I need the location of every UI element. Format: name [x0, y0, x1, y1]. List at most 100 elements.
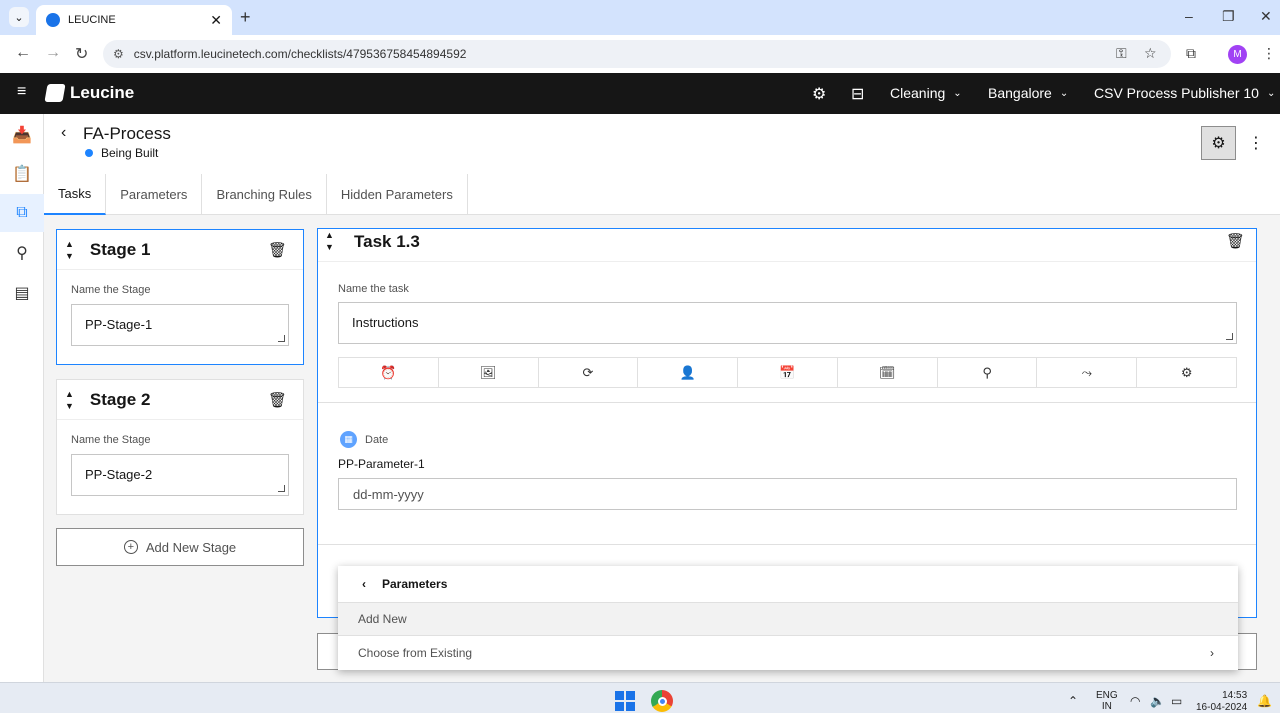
branching-icon[interactable]: ⤳	[1037, 358, 1138, 387]
notification-bell-icon[interactable]: 🔔	[1257, 694, 1272, 708]
minimize-icon[interactable]: –	[1185, 8, 1193, 24]
chrome-icon[interactable]	[651, 690, 673, 712]
clock-date: 16-04-2024	[1196, 702, 1248, 713]
more-options-icon[interactable]: ⋮	[1248, 133, 1264, 153]
configure-button[interactable]: ⚙	[1201, 126, 1236, 160]
location-dropdown[interactable]: Bangalore ⌄	[988, 85, 1068, 101]
facility-dropdown[interactable]: Cleaning ⌄	[890, 85, 962, 101]
move-up-icon[interactable]: ▲	[65, 238, 74, 250]
ontology-icon[interactable]: ⚲	[0, 234, 44, 272]
parameters-popup-menu: ‹ Parameters Add New Choose from Existin…	[338, 566, 1238, 670]
stage-name-label: Name the Stage	[71, 434, 151, 446]
tab-parameters[interactable]: Parameters	[106, 174, 203, 215]
process-icon[interactable]: ⧉	[0, 194, 44, 232]
back-chevron-icon[interactable]: ‹	[61, 124, 66, 142]
back-arrow-icon[interactable]: ←	[15, 44, 31, 62]
tab-search-chevron-icon[interactable]: ⌄	[9, 7, 29, 27]
schedule-icon[interactable]: 📅	[738, 358, 838, 387]
parameter-type: ▦ Date	[340, 431, 388, 448]
stage-name-label: Name the Stage	[71, 284, 151, 296]
gear-icon: ⚙	[1211, 135, 1226, 152]
task-toolbar: ⏰ 🖼 ⟳ 👤 📅 🗓 ⚲ ⤳ ⚙	[338, 357, 1237, 388]
settings-gear-icon[interactable]: ⚙	[812, 84, 826, 104]
move-down-icon[interactable]: ▼	[65, 250, 74, 262]
stage-card[interactable]: ▲ ▼ Stage 2 🗑 Name the Stage PP-Stage-2	[56, 379, 304, 515]
date-input[interactable]: dd-mm-yyyy	[338, 478, 1237, 510]
timer-icon[interactable]: ⏰	[339, 358, 439, 387]
due-date-icon[interactable]: 🗓	[838, 358, 938, 387]
browser-menu-icon[interactable]: ⋮	[1262, 45, 1276, 62]
popup-title: Parameters	[382, 577, 448, 591]
volume-icon[interactable]: 🔈	[1150, 694, 1165, 708]
reload-icon[interactable]: ↻	[75, 44, 88, 64]
battery-icon[interactable]: ▭	[1171, 694, 1182, 708]
url-field[interactable]: ⚙ csv.platform.leucinetech.com/checklist…	[103, 40, 1171, 68]
hierarchy-icon[interactable]: ⚲	[938, 358, 1038, 387]
tab-hidden-parameters[interactable]: Hidden Parameters	[327, 174, 468, 215]
media-icon[interactable]: 🖼	[439, 358, 539, 387]
back-chevron-icon[interactable]: ‹	[362, 577, 366, 591]
extensions-icon[interactable]: ⧉	[1186, 45, 1196, 62]
site-info-icon[interactable]: ⚙	[113, 47, 124, 61]
close-window-icon[interactable]: ✕	[1260, 8, 1272, 25]
clock[interactable]: 14:53 16-04-2024	[1196, 690, 1247, 713]
language-indicator[interactable]: ENG IN	[1096, 690, 1118, 712]
os-taskbar	[0, 682, 1280, 713]
menu-item-choose-existing[interactable]: Choose from Existing ›	[338, 636, 1238, 669]
tab-title: LEUCINE	[68, 14, 116, 26]
hamburger-menu-icon[interactable]: ≡	[17, 83, 26, 101]
leucine-favicon-icon	[46, 13, 60, 27]
status-badge: Being Built	[85, 146, 158, 160]
chevron-up-icon[interactable]: ⌃	[1068, 694, 1078, 708]
delete-task-icon[interactable]: 🗑	[1226, 232, 1245, 250]
browser-tab[interactable]: LEUCINE ✕	[36, 5, 232, 35]
wifi-icon[interactable]: ◠	[1130, 694, 1140, 708]
add-new-stage-button[interactable]: + Add New Stage	[56, 528, 304, 566]
task-panel	[317, 228, 1257, 618]
reports-icon[interactable]: ▤	[0, 274, 44, 312]
key-icon[interactable]: ⚿	[1116, 45, 1127, 62]
chevron-down-icon: ⌄	[1266, 87, 1276, 99]
move-down-icon[interactable]: ▼	[65, 400, 74, 412]
menu-item-add-new[interactable]: Add New	[338, 603, 1238, 636]
checklist-icon[interactable]: 📋	[0, 155, 44, 193]
divider	[318, 402, 1256, 403]
leucine-logo: Leucine	[44, 83, 134, 103]
recurrence-icon[interactable]: ⟳	[539, 358, 639, 387]
menu-item-label: Choose from Existing	[358, 645, 473, 660]
user-label: CSV Process Publisher 10	[1094, 85, 1259, 101]
inbox-icon[interactable]: 📥	[0, 116, 44, 154]
profile-avatar[interactable]: M	[1228, 45, 1247, 64]
move-up-icon[interactable]: ▲	[325, 229, 334, 241]
restore-icon[interactable]: ❐	[1222, 8, 1235, 25]
stage-card[interactable]: ▲ ▼ Stage 1 🗑 Name the Stage PP-Stage-1	[56, 229, 304, 365]
menu-item-label: Add New	[358, 612, 407, 626]
add-stage-label: Add New Stage	[145, 539, 237, 555]
delete-icon[interactable]: 🗑	[268, 391, 287, 409]
close-tab-icon[interactable]: ✕	[210, 12, 222, 29]
tab-tasks[interactable]: Tasks	[44, 174, 107, 215]
chevron-down-icon: ⌄	[1059, 87, 1069, 99]
scan-icon[interactable]: ⊟	[851, 84, 864, 104]
new-tab-icon[interactable]: +	[240, 7, 251, 28]
move-down-icon[interactable]: ▼	[325, 241, 334, 253]
task-header	[318, 229, 1256, 262]
reorder-arrows[interactable]: ▲ ▼	[65, 238, 74, 262]
move-up-icon[interactable]: ▲	[65, 388, 74, 400]
task-reorder-arrows[interactable]: ▲ ▼	[325, 229, 334, 253]
forward-arrow-icon[interactable]: →	[45, 44, 61, 62]
task-settings-icon[interactable]: ⚙	[1137, 358, 1236, 387]
stage-heading: Stage 1	[89, 239, 151, 259]
reorder-arrows[interactable]: ▲ ▼	[65, 388, 74, 412]
assignee-icon[interactable]: 👤	[638, 358, 739, 387]
bookmark-star-icon[interactable]: ☆	[1144, 45, 1157, 62]
url-text: csv.platform.leucinetech.com/checklists/…	[133, 47, 467, 61]
tab-branching-rules[interactable]: Branching Rules	[202, 174, 327, 215]
delete-icon[interactable]: 🗑	[268, 241, 287, 259]
stage-name-field[interactable]: PP-Stage-2	[71, 454, 289, 496]
task-name-field[interactable]: Instructions	[338, 302, 1237, 344]
windows-start-icon[interactable]	[615, 691, 635, 711]
location-label: Bangalore	[988, 85, 1052, 101]
user-dropdown[interactable]: CSV Process Publisher 10 ⌄	[1094, 85, 1275, 101]
stage-name-field[interactable]: PP-Stage-1	[71, 304, 289, 346]
